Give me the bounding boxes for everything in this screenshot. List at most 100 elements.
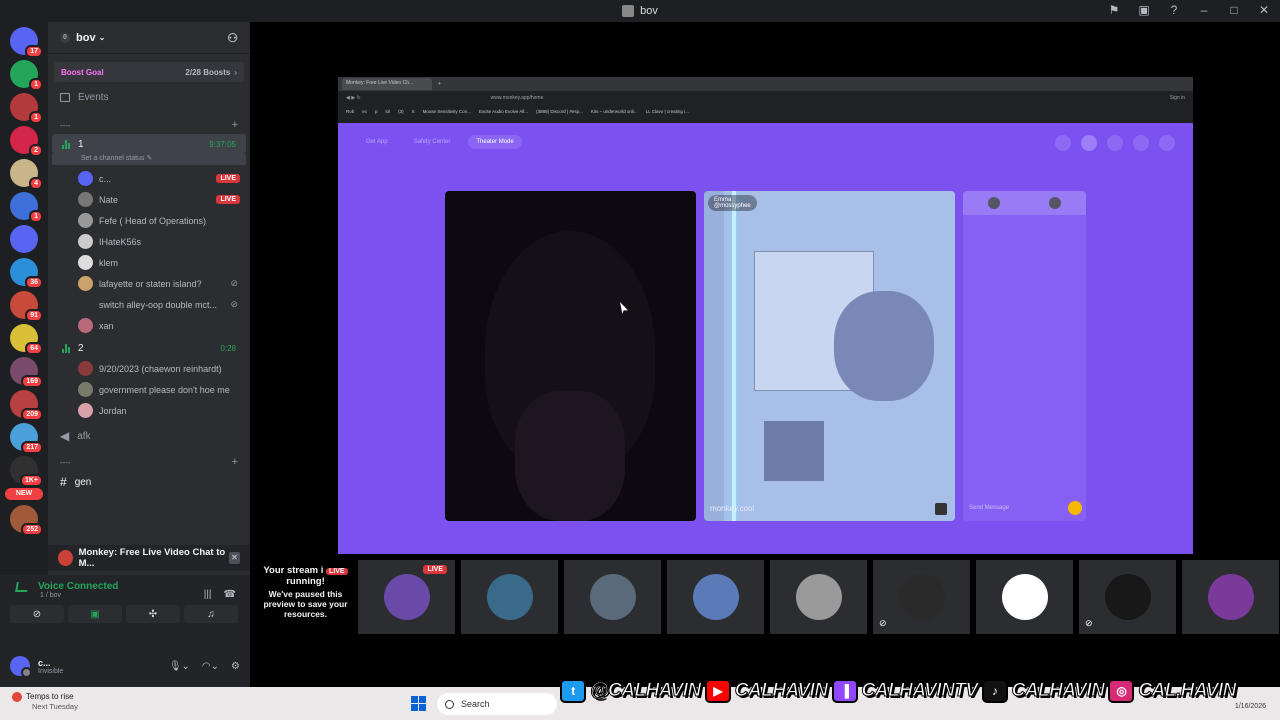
- soundboard-button[interactable]: ♫: [184, 605, 238, 623]
- browser-address-bar[interactable]: ◀ ▶ ↻ www.monkey.app/home Sign in: [338, 91, 1193, 105]
- help-icon[interactable]: ?: [1166, 3, 1182, 17]
- participant-tile[interactable]: [564, 560, 661, 634]
- camera-off-button[interactable]: ⊘: [10, 605, 64, 623]
- signal-icon[interactable]: [15, 581, 29, 592]
- bookmark-item[interactable]: Excite Audio Evolve All...: [479, 109, 528, 114]
- bookmark-item[interactable]: Mouse Sensitivity Con...: [423, 109, 471, 114]
- chat-icon[interactable]: [1133, 135, 1149, 151]
- server-icon[interactable]: 17: [10, 27, 43, 58]
- bookmark-item[interactable]: S: [412, 109, 415, 114]
- server-icon[interactable]: 91: [10, 291, 43, 322]
- avatar[interactable]: [987, 197, 1000, 209]
- voice-channel-2[interactable]: 2 0:28: [52, 338, 246, 358]
- avatar[interactable]: [1049, 197, 1062, 209]
- avatar[interactable]: [10, 656, 32, 678]
- bookmark-item[interactable]: (3): [398, 109, 404, 114]
- add-channel-icon[interactable]: +: [232, 456, 238, 468]
- bookmark-item[interactable]: Kits – underworld onli...: [591, 109, 638, 114]
- history-icon[interactable]: [1107, 135, 1123, 151]
- category-header[interactable]: ---- +: [48, 116, 250, 134]
- send-message-input[interactable]: Send Message: [967, 499, 1082, 517]
- server-icon[interactable]: [10, 225, 38, 253]
- streamed-browser[interactable]: Monkey: Free Live Video Ch... + ◀ ▶ ↻ ww…: [338, 77, 1193, 554]
- server-icon[interactable]: 1: [10, 192, 43, 223]
- voice-user[interactable]: Fefe ( Head of Operations): [48, 210, 250, 231]
- bookmark-item[interactable]: lol: [386, 109, 391, 114]
- inbox-icon[interactable]: ⚑: [1106, 3, 1122, 17]
- server-icon[interactable]: 1K+: [10, 456, 43, 487]
- voice-connected-label[interactable]: Voice Connected: [38, 581, 118, 592]
- new-tab-icon[interactable]: +: [438, 81, 441, 87]
- search-icon[interactable]: [1055, 135, 1071, 151]
- headphones-icon[interactable]: ◠⌄: [202, 661, 219, 672]
- participant-tile[interactable]: LIVE: [358, 560, 455, 634]
- disconnect-icon[interactable]: ☎: [224, 589, 236, 600]
- weather-widget[interactable]: Temps to rise Next Tuesday: [12, 692, 78, 711]
- bookmark-item[interactable]: ec: [362, 109, 367, 114]
- guild-header[interactable]: 0 bov ⌄ ⚇: [48, 22, 250, 54]
- voice-user[interactable]: lafayette or staten island? ⊘: [48, 273, 250, 294]
- participant-tile[interactable]: [770, 560, 867, 634]
- pencil-icon[interactable]: ✎: [146, 155, 152, 162]
- server-icon[interactable]: 169: [10, 357, 43, 388]
- windows-start-icon[interactable]: [411, 696, 426, 711]
- browser-sign-in[interactable]: Sign in: [1170, 95, 1185, 101]
- nav-arrows-icon[interactable]: ◀ ▶ ↻: [346, 95, 361, 101]
- text-channel-gen[interactable]: # gen: [48, 471, 250, 493]
- channel-status[interactable]: Set a channel status ✎: [52, 154, 246, 165]
- voice-user[interactable]: Nate LIVE: [48, 189, 250, 210]
- minimize-button[interactable]: –: [1196, 3, 1212, 17]
- voice-user[interactable]: xan: [48, 315, 250, 336]
- add-member-icon[interactable]: ⚇: [227, 31, 238, 45]
- bookmark-item[interactable]: LL Clavo | creating i...: [646, 109, 689, 114]
- noise-suppression-icon[interactable]: |||: [204, 589, 212, 600]
- monkey-nav-theater-mode[interactable]: Theater Mode: [468, 135, 522, 149]
- voice-user[interactable]: Jordan: [48, 400, 250, 421]
- guild-name[interactable]: bov: [76, 32, 96, 44]
- server-icon[interactable]: 217: [10, 423, 43, 454]
- user-name[interactable]: c...: [38, 658, 63, 668]
- server-icon[interactable]: 64: [10, 324, 43, 355]
- events-item[interactable]: Events: [48, 86, 250, 108]
- server-icon[interactable]: 36: [10, 258, 43, 289]
- voice-channel-1[interactable]: 1 9:37:05: [52, 134, 246, 154]
- report-icon[interactable]: [935, 503, 947, 515]
- microphone-icon[interactable]: 🎙︎⌄: [169, 661, 190, 672]
- gift-icon[interactable]: [1068, 501, 1082, 515]
- voice-user[interactable]: c... LIVE: [48, 168, 250, 189]
- profile-icon[interactable]: [1159, 135, 1175, 151]
- screen-share-button[interactable]: ▣: [68, 605, 122, 623]
- participant-tile[interactable]: ⊘: [1079, 560, 1176, 634]
- activities-button[interactable]: ✣: [126, 605, 180, 623]
- monkey-nav-safety-center[interactable]: Safety Center: [406, 135, 459, 149]
- peer-name-tag[interactable]: Emma @mossyphee: [708, 195, 757, 211]
- stream-card[interactable]: Monkey: Free Live Video Chat to M... ✕: [48, 545, 250, 571]
- category-header[interactable]: ---- +: [48, 453, 250, 471]
- bookmark-item[interactable]: (3888) Discord | #esp...: [536, 109, 583, 114]
- bookmark-item[interactable]: p: [375, 109, 378, 114]
- voice-user[interactable]: IHateK56s: [48, 231, 250, 252]
- gear-icon[interactable]: ⚙: [231, 661, 240, 672]
- close-icon[interactable]: ✕: [229, 552, 240, 564]
- screen-icon[interactable]: ▣: [1136, 3, 1152, 17]
- server-icon[interactable]: 2: [10, 126, 43, 157]
- server-icon[interactable]: 209: [10, 390, 43, 421]
- server-icon[interactable]: 1: [10, 60, 43, 91]
- server-icon[interactable]: 252: [10, 505, 43, 536]
- participant-tile[interactable]: [667, 560, 764, 634]
- add-channel-icon[interactable]: +: [232, 119, 238, 131]
- participant-tile[interactable]: [976, 560, 1073, 634]
- voice-user[interactable]: klem: [48, 252, 250, 273]
- participant-tile[interactable]: ⊘: [873, 560, 970, 634]
- participant-tile[interactable]: [461, 560, 558, 634]
- boost-goal[interactable]: Boost Goal 2/28 Boosts ›: [54, 62, 244, 82]
- bookmark-item[interactable]: Rob: [346, 109, 354, 114]
- voice-user[interactable]: switch alley-oop double mct... ⊘: [48, 294, 250, 315]
- coin-icon[interactable]: [1081, 135, 1097, 151]
- participant-tile[interactable]: [1182, 560, 1279, 634]
- maximize-button[interactable]: □: [1226, 3, 1242, 17]
- voice-user[interactable]: government please don't hoe me: [48, 379, 250, 400]
- close-button[interactable]: ✕: [1256, 3, 1272, 17]
- monkey-nav-get-app[interactable]: Get App: [358, 135, 396, 149]
- browser-url[interactable]: www.monkey.app/home: [491, 95, 544, 101]
